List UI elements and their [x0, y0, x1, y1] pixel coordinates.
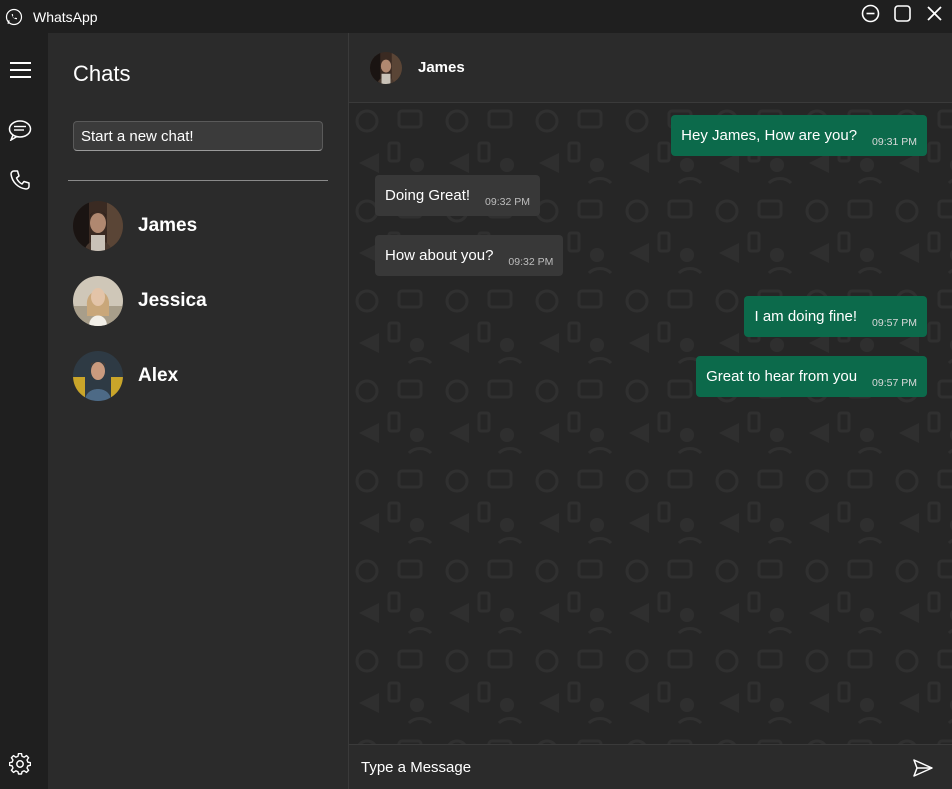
hamburger-menu-icon [10, 62, 31, 78]
message-incoming[interactable]: How about you? 09:32 PM [375, 235, 564, 276]
conversation-header: James [349, 33, 952, 103]
message-text: Doing Great! [385, 187, 471, 204]
message-text: Great to hear from you [706, 368, 858, 385]
chats-nav-button[interactable] [8, 118, 32, 142]
divider [68, 180, 328, 181]
message-composer [349, 744, 952, 789]
nav-rail [0, 33, 48, 789]
contact-item-alex[interactable]: Alex [73, 350, 333, 402]
settings-button[interactable] [8, 752, 32, 776]
contact-name: Alex [138, 365, 179, 386]
phone-icon [10, 170, 30, 190]
new-chat-input[interactable] [73, 121, 323, 151]
message-incoming[interactable]: Doing Great! 09:32 PM [375, 175, 540, 216]
avatar [73, 201, 123, 251]
chat-list-panel: Chats James Jessica [48, 33, 349, 789]
settings-gear-icon [9, 753, 31, 775]
avatar [73, 351, 123, 401]
title-bar: WhatsApp [0, 0, 952, 33]
maximize-button[interactable] [893, 4, 912, 23]
close-button[interactable] [925, 4, 944, 23]
message-time: 09:32 PM [485, 195, 530, 208]
message-outgoing[interactable]: Great to hear from you 09:57 PM [696, 356, 927, 397]
message-text: How about you? [385, 247, 494, 264]
calls-nav-button[interactable] [8, 168, 32, 192]
chats-heading: Chats [73, 61, 131, 86]
message-text: I am doing fine! [754, 308, 858, 325]
message-time: 09:32 PM [508, 255, 554, 268]
close-icon [927, 5, 942, 21]
menu-button[interactable] [8, 58, 32, 82]
window-controls [861, 0, 944, 26]
send-button[interactable] [912, 758, 934, 778]
message-outgoing[interactable]: I am doing fine! 09:57 PM [744, 296, 927, 337]
message-text: Hey James, How are you? [681, 127, 858, 144]
contact-name: Jessica [138, 290, 207, 311]
message-time: 09:57 PM [872, 316, 917, 329]
message-outgoing[interactable]: Hey James, How are you? 09:31 PM [671, 115, 927, 156]
contact-name: James [138, 215, 198, 236]
minimize-button[interactable] [861, 4, 880, 23]
chat-bubble-icon [8, 120, 32, 141]
send-icon [913, 759, 933, 777]
app-title: WhatsApp [33, 8, 98, 25]
avatar[interactable] [370, 51, 402, 84]
whatsapp-logo-icon [5, 8, 23, 25]
contact-item-james[interactable]: James [73, 200, 333, 252]
message-time: 09:31 PM [872, 135, 917, 148]
message-area: Hey James, How are you? 09:31 PM Doing G… [349, 103, 952, 744]
contact-item-jessica[interactable]: Jessica [73, 275, 333, 327]
conversation-contact-name: James [418, 59, 465, 76]
avatar [73, 276, 123, 326]
message-input[interactable] [361, 758, 881, 776]
minimize-icon [861, 4, 880, 22]
message-time: 09:57 PM [872, 376, 917, 389]
maximize-icon [894, 4, 911, 22]
conversation-panel: James Hey James, How are you? 09:31 PM D… [349, 33, 952, 789]
